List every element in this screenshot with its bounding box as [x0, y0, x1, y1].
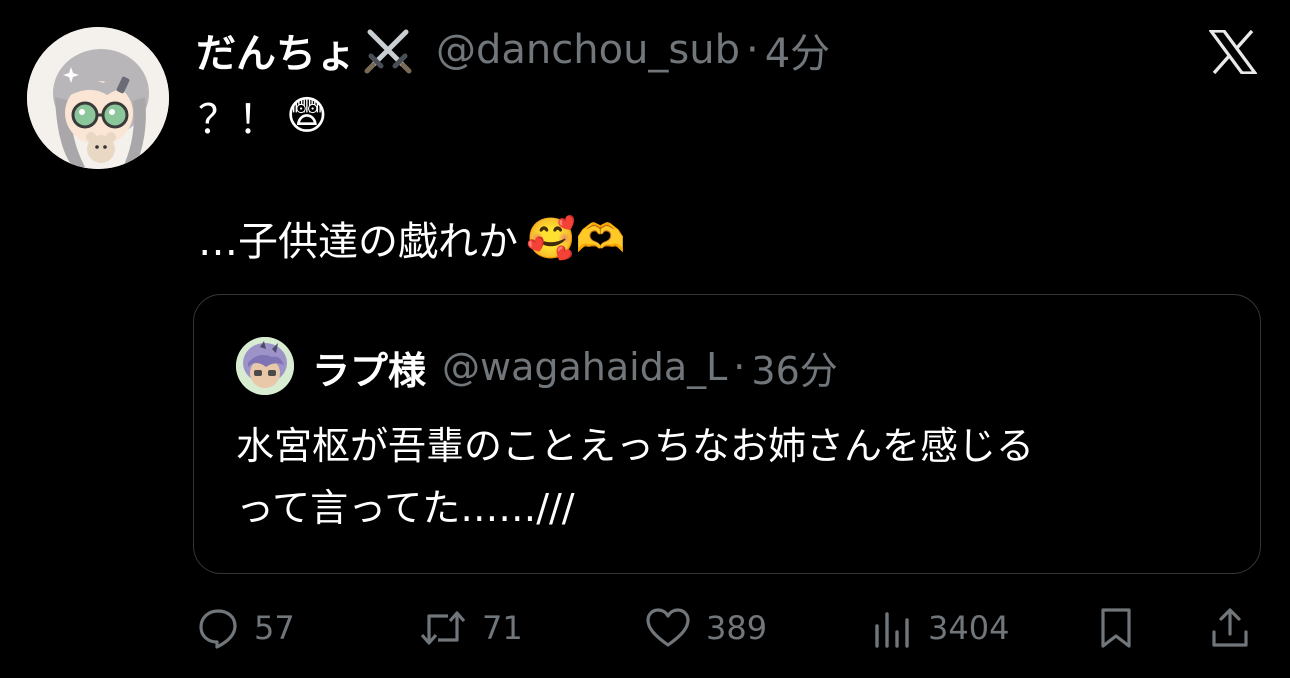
share-button[interactable] [1208, 600, 1252, 656]
tweet-text: ？！ [198, 97, 278, 143]
quoted-tweet-timestamp[interactable]: 36分 [751, 340, 837, 395]
like-count: 389 [706, 609, 768, 647]
crossed-swords-icon [362, 24, 414, 76]
fearful-face-emoji: 😨 [286, 93, 328, 139]
view-count: 3404 [928, 609, 1010, 647]
reply-count: 57 [254, 609, 295, 647]
x-logo-icon[interactable] [1207, 29, 1259, 75]
bookmark-icon [1096, 606, 1136, 650]
quoted-text-line-1: 水宮枢が吾輩のことえっちなお姉さんを感じる [236, 424, 1035, 468]
heart-icon [644, 606, 692, 650]
quoted-author-display-name[interactable]: ラプ様 [312, 340, 426, 395]
views-chart-icon [872, 606, 914, 650]
reply-icon [196, 606, 240, 650]
share-icon [1208, 606, 1252, 650]
tweet-timestamp[interactable]: 4分 [765, 21, 830, 79]
quoted-author-handle[interactable]: @wagahaida_L [442, 345, 727, 389]
quoted-tweet-card[interactable]: ラプ様 @wagahaida_L · 36分 水宮枢が吾輩のことえっちなお姉さん… [193, 294, 1261, 574]
quoted-tweet-header: ラプ様 @wagahaida_L · 36分 [312, 339, 838, 395]
tweet-text: …子供達の戯れか [198, 219, 518, 265]
separator-dot: · [733, 345, 746, 389]
repost-icon [418, 606, 468, 650]
reply-button[interactable]: 57 [196, 600, 295, 656]
quoted-author-avatar[interactable] [236, 337, 294, 395]
repost-count: 71 [482, 609, 523, 647]
like-button[interactable]: 389 [644, 600, 767, 656]
tweet-action-bar: 57 71 389 3404 [196, 600, 1260, 656]
tweet-text-line-2: …子供達の戯れか 🥰🫶 [198, 208, 626, 268]
author-handle[interactable]: @danchou_sub [436, 27, 740, 73]
author-avatar[interactable] [27, 27, 169, 169]
tweet-text-line-1: ？！ 😨 [198, 86, 328, 146]
quoted-text-line-2: って言ってた……/// [236, 486, 575, 530]
separator-dot: · [746, 27, 759, 73]
author-display-name[interactable]: だんちょ [196, 21, 356, 79]
quoted-tweet-text: 水宮枢が吾輩のことえっちなお姉さんを感じる って言ってた……/// [236, 415, 1236, 539]
smiling-hearts-emoji: 🥰🫶 [526, 215, 626, 262]
views-button[interactable]: 3404 [872, 600, 1009, 656]
repost-button[interactable]: 71 [418, 600, 523, 656]
tweet-header: だんちょ @danchou_sub · 4分 [196, 22, 830, 78]
bookmark-button[interactable] [1096, 600, 1136, 656]
